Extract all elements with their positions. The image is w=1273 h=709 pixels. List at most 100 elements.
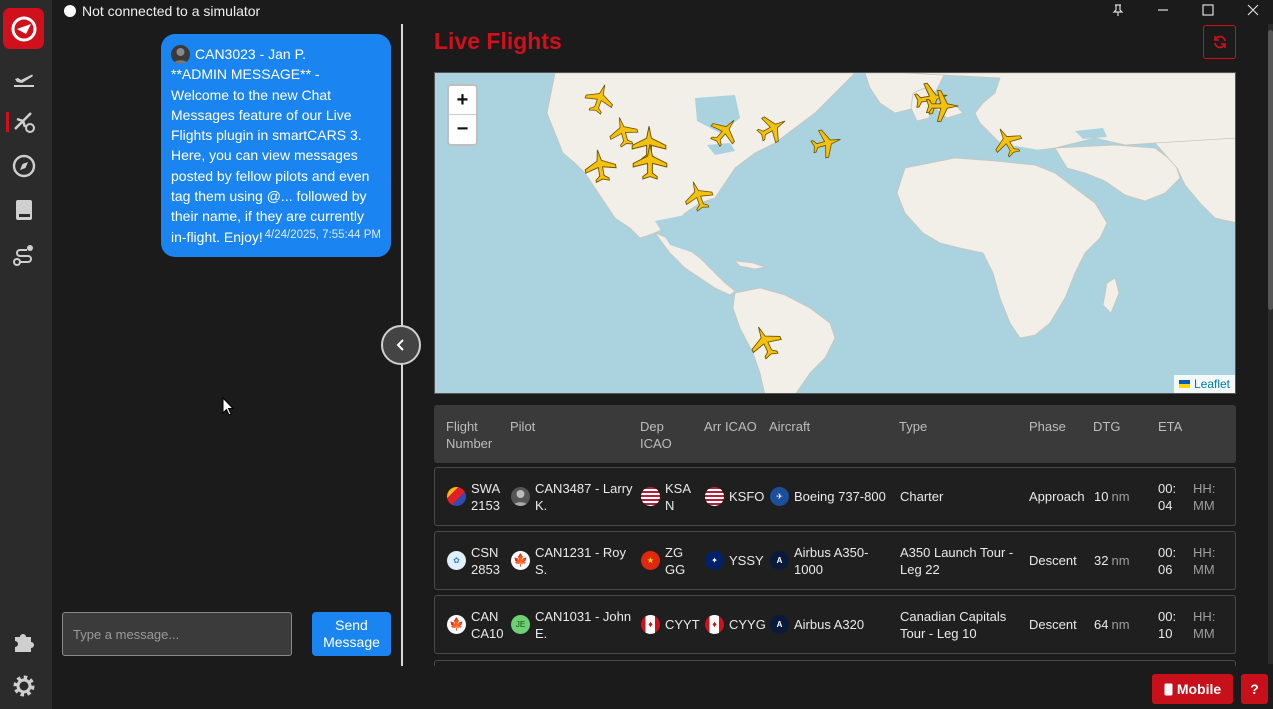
flag-cn-icon: ★: [641, 551, 660, 570]
arr-icao: KSFO: [729, 489, 765, 504]
maximize-icon[interactable]: [1186, 0, 1230, 20]
map-attribution[interactable]: Leaflet: [1173, 375, 1235, 393]
eta-format: HH:MM: [1193, 544, 1216, 577]
aircraft: Airbus A350-1000: [794, 544, 869, 577]
flights-table-header: Flight Number Pilot Dep ICAO Arr ICAO Ai…: [434, 405, 1236, 463]
route-icon[interactable]: [10, 241, 38, 269]
pilot-initials-avatar: JE: [511, 615, 530, 634]
refresh-button[interactable]: [1203, 25, 1236, 59]
airbus-logo-icon: A: [770, 615, 789, 634]
column-header[interactable]: DTG: [1093, 418, 1120, 435]
flight-type: A350 Launch Tour - Leg 22: [900, 544, 1014, 577]
table-row[interactable]: 🍁 CAN CA10 JE CAN1031 - John E. ♦ CYYT ♦…: [434, 595, 1236, 654]
eta-value: 00:04: [1158, 480, 1177, 513]
scrollbar-thumb[interactable]: [1268, 30, 1273, 310]
zoom-in-button[interactable]: +: [449, 86, 476, 115]
close-icon[interactable]: [1231, 0, 1273, 20]
world-map: [546, 73, 1235, 393]
live-flights-map[interactable]: + − Leaflet: [434, 72, 1236, 394]
table-row[interactable]: ✿ CSN2853 🍁 CAN1231 - Roy S. ★ ZGGG ✦ YS…: [434, 531, 1236, 590]
compass-icon[interactable]: [10, 152, 38, 180]
dtg-value: 10: [1094, 489, 1109, 504]
puzzle-icon[interactable]: [10, 628, 38, 656]
phase: Descent: [1029, 617, 1077, 632]
column-header[interactable]: Dep ICAO: [640, 418, 680, 452]
pilot-avatar: [511, 487, 530, 506]
pilot-name: CAN1231 - Roy S.: [535, 544, 627, 577]
column-header[interactable]: Flight Number: [446, 418, 506, 452]
flag-ca-icon: ♦: [641, 615, 660, 634]
message-author: CAN3023 - Jan P.: [195, 46, 307, 62]
mobile-button[interactable]: Mobile: [1152, 674, 1233, 704]
airbus-logo-icon: A: [770, 551, 789, 570]
airline-logo-icon: [447, 487, 466, 506]
column-header[interactable]: ETA: [1158, 418, 1182, 435]
dtg-unit: nm: [1111, 489, 1130, 504]
flight-number: SWA 2153: [471, 480, 500, 513]
leaflet-link[interactable]: Leaflet: [1194, 377, 1230, 391]
column-header[interactable]: Pilot: [510, 418, 535, 435]
flag-us-icon: [705, 487, 724, 506]
help-button[interactable]: ?: [1241, 674, 1268, 704]
flag-ca-icon: ♦: [705, 615, 724, 634]
zoom-control: + −: [447, 84, 478, 146]
eta-format: HH:MM: [1193, 608, 1216, 641]
status-dot-icon: [64, 5, 76, 17]
eta-value: 00:10: [1158, 608, 1177, 641]
table-row-partial: [434, 660, 1236, 666]
dtg-unit: nm: [1111, 617, 1130, 632]
dtg-value: 64: [1094, 617, 1109, 632]
avatar: [171, 44, 190, 64]
table-row[interactable]: SWA 2153 CAN3487 - Larry K. KSAN KSFO ✈ …: [434, 467, 1236, 526]
aircraft: Boeing 737-800: [794, 489, 886, 504]
airline-logo-icon: 🍁: [447, 615, 466, 634]
mouse-cursor-icon: [222, 397, 234, 416]
phase: Descent: [1029, 553, 1077, 568]
sidebar: [0, 0, 52, 709]
minimize-icon[interactable]: [1141, 0, 1185, 20]
zoom-out-button[interactable]: −: [449, 115, 476, 144]
smartcars-logo-icon[interactable]: [3, 8, 44, 49]
message-text: **ADMIN MESSAGE** - Welcome to the new C…: [171, 66, 370, 245]
flight-number: CSN2853: [471, 544, 500, 577]
pilot-name: CAN3487 - Larry K.: [535, 480, 633, 513]
chevron-left-icon: [396, 339, 404, 351]
refresh-icon: [1213, 35, 1226, 49]
airline-logo-icon: ✿: [447, 551, 466, 570]
eta-value: 00:06: [1158, 544, 1177, 577]
aircraft: Airbus A320: [794, 617, 865, 632]
flag-ca-icon: 🍁: [511, 551, 530, 570]
send-message-button[interactable]: Send Message: [312, 612, 391, 656]
dtg-unit: nm: [1111, 553, 1130, 568]
flag-us-icon: [641, 487, 660, 506]
gear-icon[interactable]: [10, 672, 38, 700]
column-header[interactable]: Arr ICAO: [704, 418, 757, 435]
ukraine-flag-icon: [1178, 380, 1190, 388]
arr-icao: YSSY: [729, 553, 764, 568]
flight-type: Canadian Capitals Tour - Leg 10: [900, 608, 1007, 641]
chat-message: CAN3023 - Jan P. **ADMIN MESSAGE** - Wel…: [161, 34, 391, 257]
message-timestamp: 4/24/2025, 7:55:44 PM: [264, 228, 381, 241]
boeing-logo-icon: ✈: [770, 487, 789, 506]
column-header[interactable]: Type: [899, 418, 927, 435]
column-header[interactable]: Aircraft: [769, 418, 810, 435]
page-title: Live Flights: [434, 28, 562, 54]
message-input[interactable]: [62, 612, 292, 656]
eta-format: HH:MM: [1193, 480, 1216, 513]
plane-departure-icon[interactable]: [10, 64, 38, 92]
dep-icao: CYYT: [665, 617, 700, 632]
mobile-phone-icon: [1164, 683, 1173, 695]
pilot-name: CAN1031 - John E.: [535, 608, 632, 641]
dep-icao: ZGGG: [665, 544, 686, 577]
pin-icon[interactable]: [1096, 0, 1140, 20]
collapse-chat-button[interactable]: [381, 325, 421, 365]
phase: Approach: [1029, 489, 1085, 504]
flight-type: Charter: [900, 489, 944, 504]
book-icon[interactable]: [10, 196, 38, 224]
simulator-status: Not connected to a simulator: [64, 2, 260, 20]
dtg-value: 32: [1094, 553, 1109, 568]
active-indicator: [6, 112, 9, 132]
plane-live-icon[interactable]: [10, 108, 38, 136]
column-header[interactable]: Phase: [1029, 418, 1066, 435]
mobile-label: Mobile: [1176, 681, 1222, 697]
